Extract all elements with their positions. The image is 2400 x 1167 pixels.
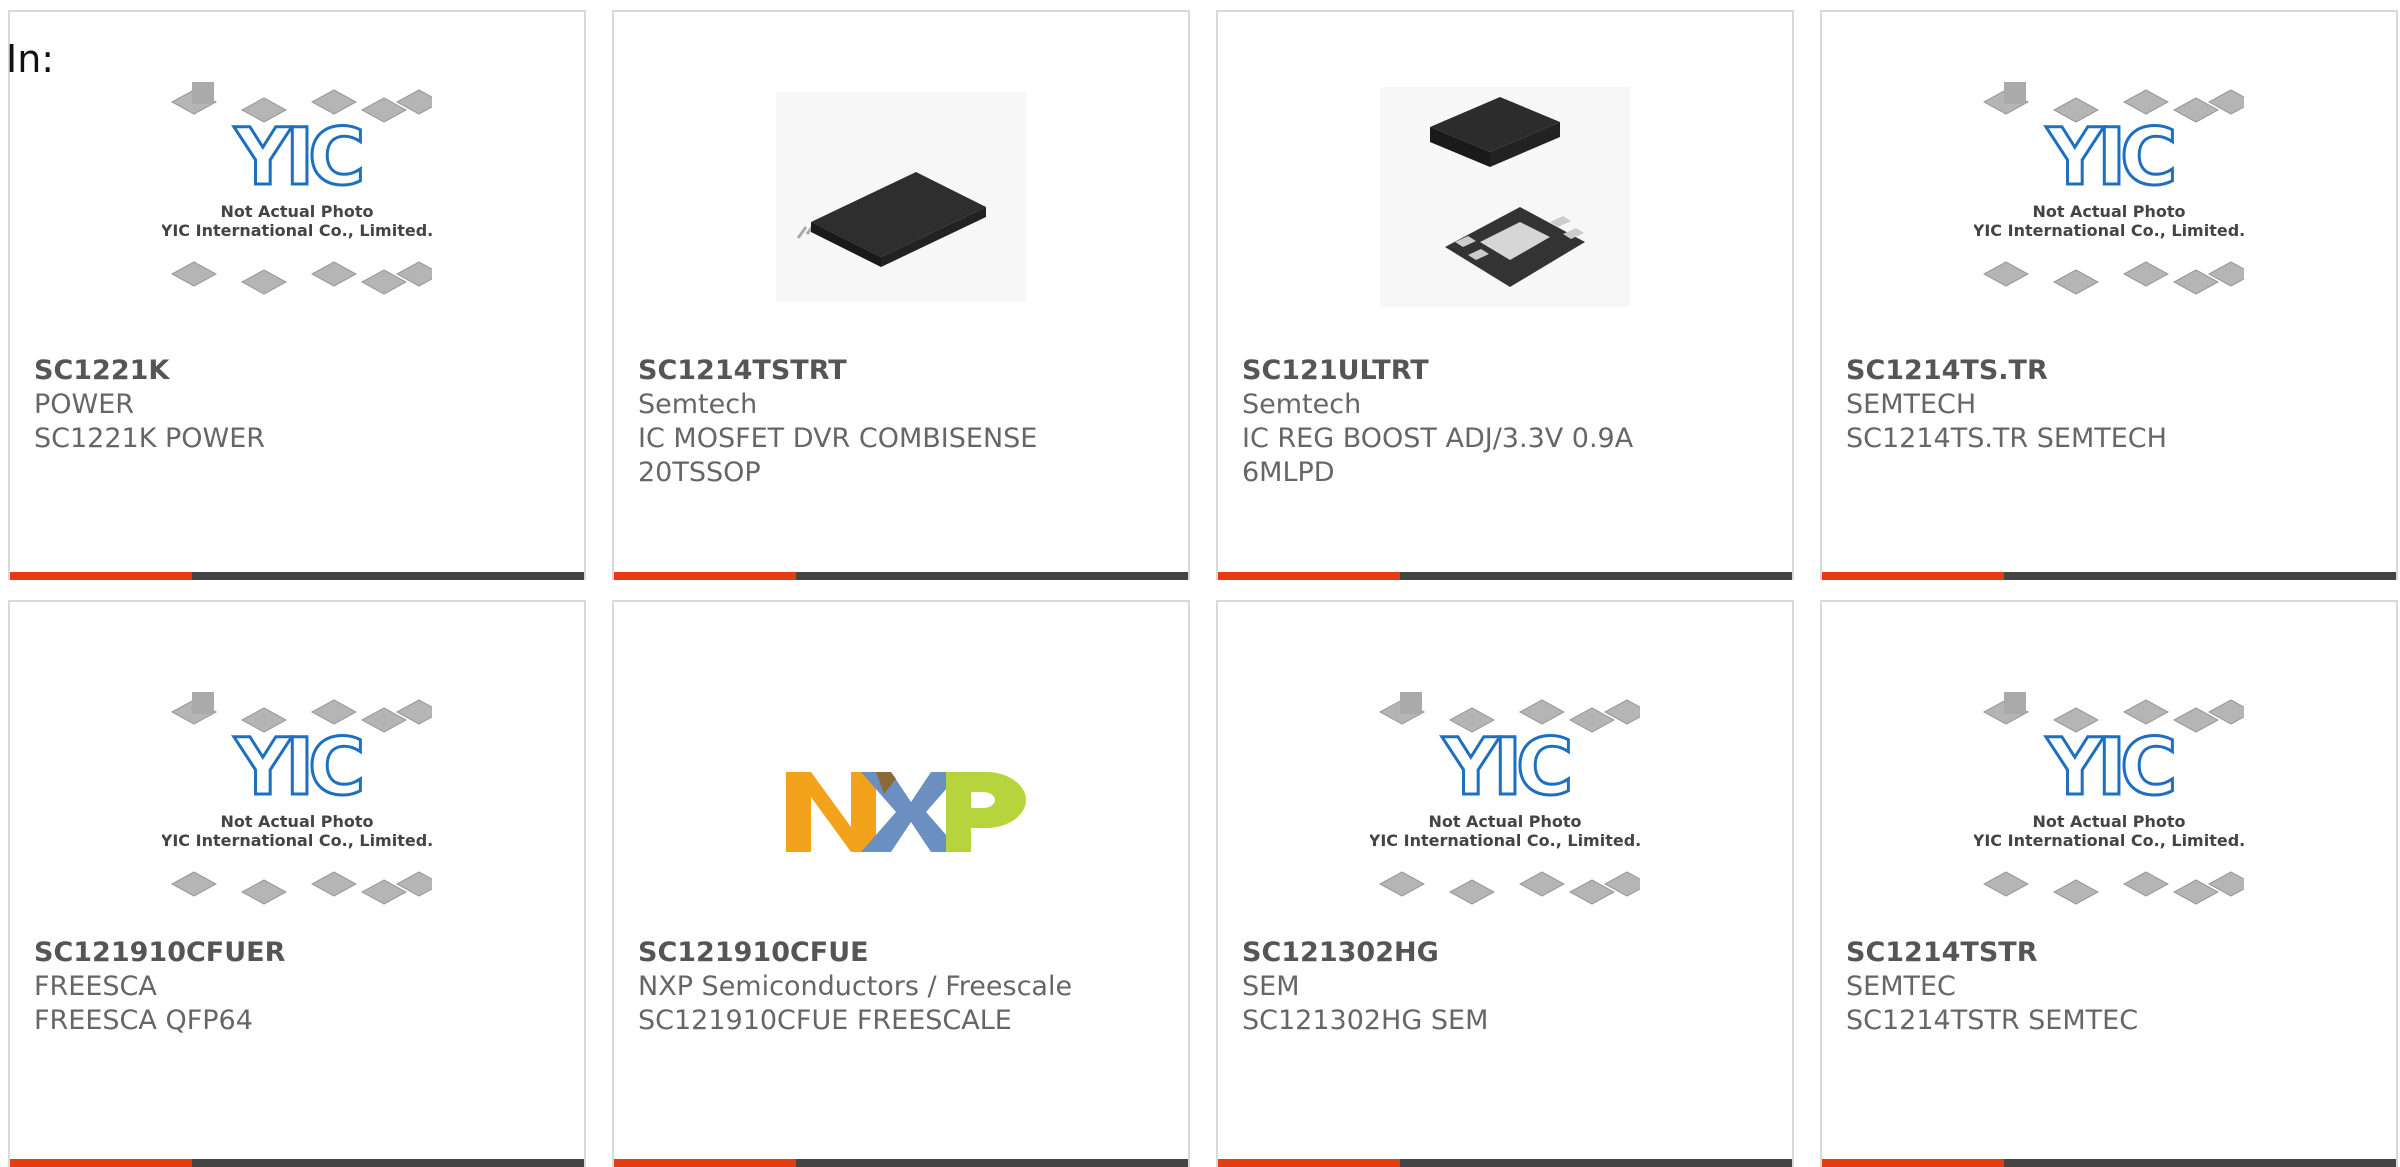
product-card[interactable]: SC121910CFUE NXP Semiconductors / Freesca… (612, 600, 1190, 1167)
part-number-link[interactable]: SC1214TSTRT (638, 354, 1172, 388)
svg-text:YIC: YIC (2046, 113, 2174, 203)
product-info: SC1214TS.TR SEMTECH SC1214TS.TR SEMTECH (1846, 354, 2380, 456)
card-accent-bar (10, 572, 192, 580)
product-image[interactable]: YIC Not Actual Photo YIC International C… (162, 72, 432, 322)
part-number-link[interactable]: SC121910CFUE (638, 936, 1172, 970)
not-actual-photo-icon: YIC Not Actual Photo YIC International C… (162, 82, 432, 295)
manufacturer-text: SEMTEC (1846, 971, 1956, 1002)
card-accent-bar (614, 1159, 796, 1167)
product-card[interactable]: YIC Not Actual Photo YIC International C… (8, 600, 586, 1167)
manufacturer-text: NXP Semiconductors / Freescale (638, 971, 1073, 1002)
card-footer-bar (1822, 1159, 2396, 1167)
description-text: SC121302HG SEM (1242, 1005, 1489, 1036)
card-accent-bar (1822, 1159, 2004, 1167)
product-card[interactable]: YIC Not Actual Photo YIC International C… (8, 10, 586, 580)
svg-text:YIC International Co., Limited: YIC International Co., Limited. (1974, 221, 2244, 240)
product-info: SC1214TSTRT Semtech IC MOSFET DVR COMBISEN… (638, 354, 1172, 490)
product-info: SC121910CFUE NXP Semiconductors / Freesca… (638, 936, 1172, 1038)
part-number-link[interactable]: SC121302HG (1242, 936, 1776, 970)
svg-text:YIC: YIC (234, 113, 362, 203)
svg-text:Not Actual Photo: Not Actual Photo (220, 202, 373, 221)
manufacturer-text: Semtech (638, 389, 758, 420)
card-footer-bar (10, 572, 584, 580)
card-footer-bar (10, 1159, 584, 1167)
product-image[interactable]: YIC Not Actual Photo YIC International C… (1974, 72, 2244, 322)
not-actual-photo-icon: YIC Not Actual Photo YIC International C… (1974, 82, 2244, 295)
product-image[interactable] (766, 72, 1036, 322)
product-image[interactable] (1370, 72, 1640, 322)
product-card[interactable]: YIC Not Actual Photo YIC International C… (1820, 10, 2398, 580)
description-text: FREESCA QFP64 (34, 1005, 253, 1036)
part-number-link[interactable]: SC121910CFUER (34, 936, 568, 970)
manufacturer-text: SEM (1242, 971, 1300, 1002)
svg-text:Not Actual Photo: Not Actual Photo (1428, 812, 1581, 831)
card-footer-bar (614, 572, 1188, 580)
mlpd-chip-icon (1380, 87, 1630, 307)
tssop-chip-icon (776, 92, 1026, 302)
card-accent-bar (10, 1159, 192, 1167)
manufacturer-text: SEMTECH (1846, 389, 1977, 420)
description-text: SC1214TSTR SEMTEC (1846, 1005, 2139, 1036)
product-card[interactable]: SC1214TSTRT Semtech IC MOSFET DVR COMBISEN… (612, 10, 1190, 580)
product-image[interactable]: YIC Not Actual Photo YIC International C… (1974, 682, 2244, 932)
not-actual-photo-icon: YIC Not Actual Photo YIC International C… (1974, 692, 2244, 905)
product-image[interactable]: YIC Not Actual Photo YIC International C… (162, 682, 432, 932)
description-text: IC REG BOOST ADJ/3.3V 0.9A 6MLPD (1242, 423, 1634, 488)
svg-text:YIC International Co., Limited: YIC International Co., Limited. (162, 221, 432, 240)
card-footer-bar (1218, 572, 1792, 580)
part-number-link[interactable]: SC1214TSTR (1846, 936, 2380, 970)
product-info: SC121302HG SEM SC121302HG SEM (1242, 936, 1776, 1038)
product-card[interactable]: YIC Not Actual Photo YIC International C… (1820, 600, 2398, 1167)
part-number-link[interactable]: SC121ULTRT (1242, 354, 1776, 388)
svg-text:YIC International Co., Limited: YIC International Co., Limited. (1370, 831, 1640, 850)
description-text: SC1214TS.TR SEMTECH (1846, 423, 2167, 454)
part-number-link[interactable]: SC1221K (34, 354, 568, 388)
product-info: SC121ULTRT Semtech IC REG BOOST ADJ/3.3V 0… (1242, 354, 1776, 490)
nxp-logo-icon (786, 772, 1026, 852)
manufacturer-text: Semtech (1242, 389, 1362, 420)
svg-text:YIC International Co., Limited: YIC International Co., Limited. (162, 831, 432, 850)
manufacturer-text: POWER (34, 389, 135, 420)
svg-text:YIC: YIC (234, 723, 362, 813)
description-text: IC MOSFET DVR COMBISENSE 20TSSOP (638, 423, 1038, 488)
product-image[interactable] (766, 682, 1036, 932)
svg-text:YIC International Co., Limited: YIC International Co., Limited. (1974, 831, 2244, 850)
filter-label: In: (6, 37, 55, 81)
product-info: SC121910CFUER FREESCA FREESCA QFP64 (34, 936, 568, 1038)
product-image[interactable]: YIC Not Actual Photo YIC International C… (1370, 682, 1640, 932)
card-accent-bar (1218, 1159, 1400, 1167)
not-actual-photo-icon: YIC Not Actual Photo YIC International C… (162, 692, 432, 905)
svg-text:YIC: YIC (2046, 723, 2174, 813)
description-text: SC121910CFUE FREESCALE (638, 1005, 1012, 1036)
part-number-link[interactable]: SC1214TS.TR (1846, 354, 2380, 388)
product-card[interactable]: YIC Not Actual Photo YIC International C… (1216, 600, 1794, 1167)
svg-text:YIC: YIC (1442, 723, 1570, 813)
card-footer-bar (1218, 1159, 1792, 1167)
manufacturer-text: FREESCA (34, 971, 157, 1002)
card-footer-bar (1822, 572, 2396, 580)
card-footer-bar (614, 1159, 1188, 1167)
card-accent-bar (1218, 572, 1400, 580)
svg-text:Not Actual Photo: Not Actual Photo (2032, 202, 2185, 221)
card-accent-bar (1822, 572, 2004, 580)
product-info: SC1221K POWER SC1221K POWER (34, 354, 568, 456)
svg-text:Not Actual Photo: Not Actual Photo (220, 812, 373, 831)
not-actual-photo-icon: YIC Not Actual Photo YIC International C… (1370, 692, 1640, 905)
description-text: SC1221K POWER (34, 423, 266, 454)
product-card[interactable]: SC121ULTRT Semtech IC REG BOOST ADJ/3.3V 0… (1216, 10, 1794, 580)
card-accent-bar (614, 572, 796, 580)
product-info: SC1214TSTR SEMTEC SC1214TSTR SEMTEC (1846, 936, 2380, 1038)
svg-text:Not Actual Photo: Not Actual Photo (2032, 812, 2185, 831)
